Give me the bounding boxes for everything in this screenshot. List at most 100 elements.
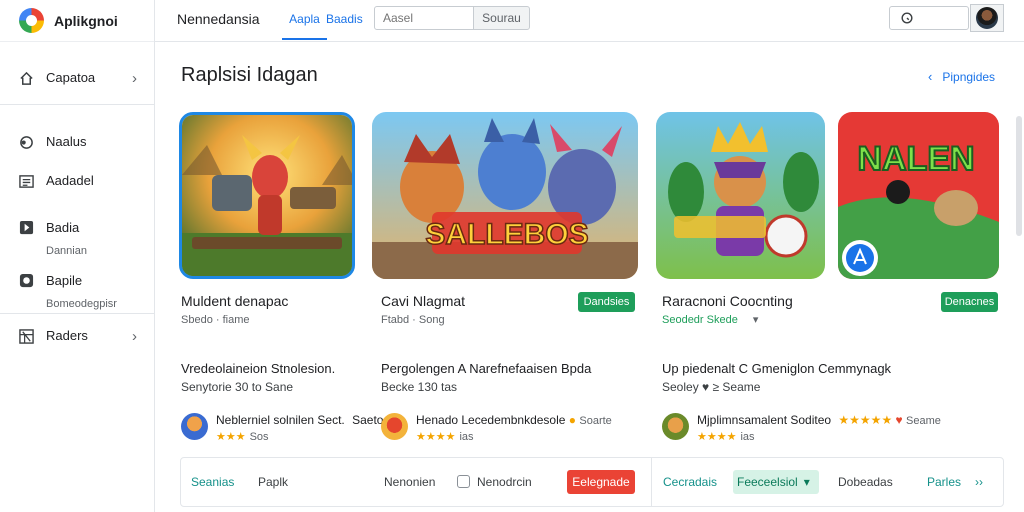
- bottom-label-mid[interactable]: Nenonien: [384, 475, 435, 489]
- stars: ★★★: [216, 431, 246, 443]
- sidebar-divider: [0, 313, 155, 314]
- card-title[interactable]: Raracnoni Coocnting: [662, 293, 793, 309]
- rating-stars: ★★★★ ias: [697, 430, 941, 443]
- coin-icon: ●: [568, 413, 577, 427]
- stars: ★★★★: [416, 431, 456, 443]
- bottom-link-left[interactable]: Seanias: [191, 475, 234, 489]
- grid-icon: [18, 328, 34, 344]
- svg-text:NALEN: NALEN: [857, 140, 974, 178]
- gamepad-icon: [18, 134, 34, 150]
- card-subtitle: Sbedo · fiame: [181, 314, 250, 326]
- rating-badge-stars: ★★★★★: [838, 413, 893, 427]
- card-description: Up piedenalt C Gmeniglon Cemmynagk: [662, 361, 892, 376]
- card-meta: Senytorie 30 to Sane: [181, 380, 294, 394]
- bottom-link-right[interactable]: Cecradais: [663, 475, 717, 489]
- stars: ★★★★: [697, 431, 737, 443]
- filter-select-value: Feeceelsiol: [737, 475, 798, 489]
- install-button[interactable]: Denacnes: [941, 292, 998, 312]
- rating-count: ias: [459, 431, 474, 443]
- circle-icon: [18, 272, 34, 288]
- review-row: Henado Lecedembnkdesole ● Soarte ★★★★ ias: [381, 413, 612, 443]
- sidebar-item-home[interactable]: Capatoa ›: [0, 70, 155, 87]
- review-extra: Saeto: [352, 413, 384, 427]
- sidebar-item-label: Bapile: [46, 273, 83, 288]
- review-row: Mjplimnsamalent Soditeo ★★★★★ ♥ Seame ★★…: [662, 413, 941, 443]
- scrollbar[interactable]: [1016, 116, 1022, 236]
- reviewer-avatar: [662, 413, 689, 440]
- reviewer-avatar: [381, 413, 408, 440]
- sidebar-item-games[interactable]: Naalus: [0, 134, 155, 150]
- card-subtitle[interactable]: Seodedr Skede ▾: [662, 313, 758, 326]
- review-extra: Soarte: [579, 415, 612, 427]
- search-button[interactable]: Sourau: [473, 6, 530, 30]
- review-text: Mjplimnsamalent Soditeo: [697, 413, 832, 427]
- card-title[interactable]: Cavi Nlagmat: [381, 293, 465, 309]
- card-description: Pergolengen A Narefnefaaisen Bpda: [381, 361, 592, 376]
- card-description: Vredeolaineion Stnolesion.: [181, 361, 336, 376]
- review-row: Neblerniel solnilen Sect. Saeto ★★★ Sos: [181, 413, 383, 443]
- sidebar-item-label: Aadadel: [46, 173, 94, 188]
- install-button[interactable]: Dandsies: [578, 292, 635, 312]
- sidebar-item-books[interactable]: Badia Dannian: [0, 219, 155, 257]
- rating-count: ias: [740, 431, 755, 443]
- rating-count: Sos: [249, 431, 269, 443]
- game-artwork-4[interactable]: NALEN: [838, 112, 999, 279]
- next-arrow-icon[interactable]: ››: [975, 475, 983, 489]
- rating-stars: ★★★★ ias: [416, 430, 612, 443]
- bottom-label[interactable]: Paplk: [258, 475, 288, 489]
- sidebar-item-sublabel: Bomeodegpisr: [46, 298, 117, 310]
- app-name: Aplikgnoi: [54, 12, 118, 29]
- chevron-right-icon: ›: [132, 70, 137, 87]
- game-artwork-1[interactable]: [179, 112, 355, 279]
- rating-stars: ★★★ Sos: [216, 430, 383, 443]
- page-nav-link[interactable]: ‹ Pipngides: [928, 69, 995, 84]
- search-icon: [901, 12, 913, 24]
- avatar-image: [976, 7, 998, 29]
- game-artwork-2[interactable]: SALLEBOS: [372, 112, 638, 279]
- review-text: Neblerniel solnilen Sect.: [216, 413, 345, 427]
- reviewer-avatar: [181, 413, 208, 440]
- search-input[interactable]: [374, 6, 474, 30]
- svg-text:SALLEBOS: SALLEBOS: [425, 218, 588, 251]
- filter-select[interactable]: Feeceelsiol ▾: [733, 470, 819, 494]
- chevron-down-icon: ▾: [803, 475, 810, 489]
- bottom-divider: [651, 458, 652, 506]
- sidebar-item-list[interactable]: Aadadel: [0, 173, 155, 189]
- sidebar-item-sublabel: Dannian: [46, 245, 87, 257]
- card-meta: Becke 130 tas: [381, 380, 458, 394]
- bottom-label-right[interactable]: Dobeadas: [838, 475, 893, 489]
- sidebar-item-readers[interactable]: Raders ›: [0, 328, 155, 345]
- page-title: Raplsisi Idagan: [181, 64, 318, 86]
- bottom-toolbar: Seanias Paplk Nenonien Nenodrcin Eelegna…: [180, 457, 1004, 507]
- top-header: Nennedansia Aapla Baadis Sourau: [155, 0, 1024, 42]
- brand[interactable]: Aplikgnoi: [0, 0, 154, 42]
- home-icon: [18, 70, 34, 86]
- card-meta: Seoley ♥ ≥ Seame: [662, 380, 761, 394]
- chevron-left-icon: ‹: [928, 69, 933, 84]
- chevron-right-icon: ›: [132, 328, 137, 345]
- list-icon: [18, 173, 34, 189]
- sidebar-divider: [0, 104, 155, 105]
- card-title[interactable]: Muldent denapac: [181, 293, 288, 309]
- app-logo-icon: [19, 8, 44, 33]
- sidebar-item-apps[interactable]: Bapile Bomeodegpisr: [0, 272, 155, 310]
- header-title[interactable]: Nennedansia: [177, 11, 260, 27]
- search-icon-button[interactable]: [889, 6, 969, 30]
- avatar[interactable]: [970, 4, 1004, 32]
- sidebar-item-label: Naalus: [46, 134, 87, 149]
- game-artwork-3[interactable]: [656, 112, 825, 279]
- card-subtitle: Ftabd · Song: [381, 314, 445, 326]
- page-nav-label: Pipngides: [942, 70, 996, 84]
- card-subtitle-text: Seodedr Skede: [662, 314, 738, 326]
- bottom-teal-link[interactable]: Parles: [927, 475, 961, 489]
- chevron-down-icon: ▾: [752, 314, 759, 326]
- tab-second[interactable]: Baadis: [326, 12, 363, 26]
- heart-icon: ♥: [895, 413, 903, 427]
- tab-apps[interactable]: Aapla: [282, 12, 327, 40]
- sidebar-item-label: Capatoa: [46, 70, 96, 85]
- checkbox[interactable]: [457, 475, 470, 488]
- primary-red-button[interactable]: Eelegnade: [567, 470, 635, 494]
- sidebar-item-label: Badia: [46, 220, 80, 235]
- checkbox-label: Nenodrcin: [477, 475, 532, 489]
- checkbox-option[interactable]: Nenodrcin: [457, 475, 532, 489]
